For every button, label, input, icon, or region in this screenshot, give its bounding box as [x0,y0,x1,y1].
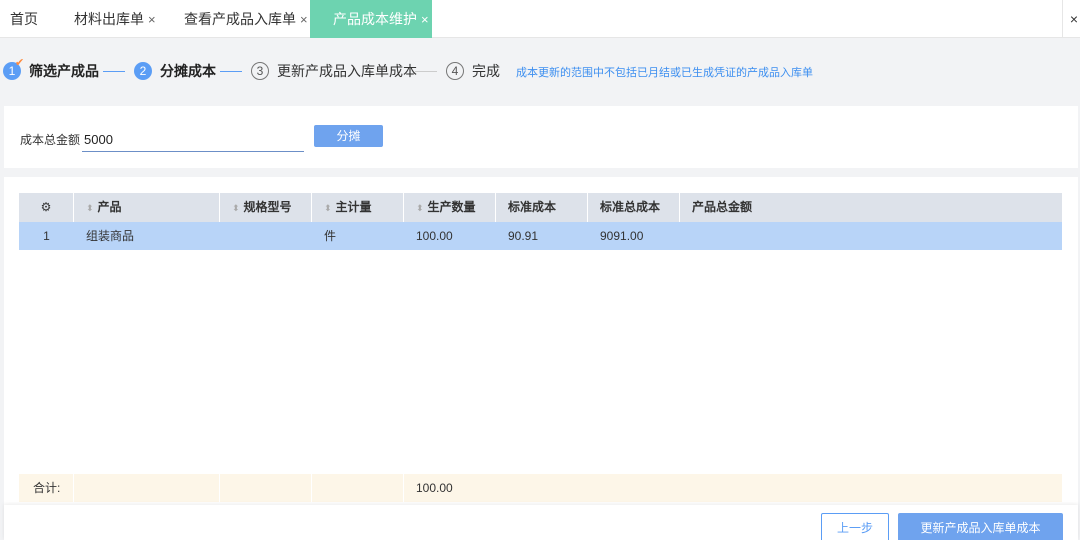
cell-std-total-cost: 9091.00 [600,229,644,243]
steps-note: 成本更新的范围中不包括已月结或已生成凭证的产成品入库单 [516,67,813,79]
sort-icon: ⬍ [324,203,332,213]
tab-view-finished-goods-receipt[interactable]: 查看产成品入库单 × [184,0,308,38]
total-cost-label: 成本总金额 [20,133,81,147]
close-all-tabs-icon[interactable]: × [1062,0,1080,38]
step-4-label: 完成 [472,63,500,79]
column-header-unit[interactable]: ⬍ 主计量 [312,193,404,222]
footer-label: 合计: [19,474,74,502]
cost-form-panel: 成本总金额 分摊 [4,106,1078,168]
cell-quantity: 100.00 [416,229,453,243]
tab-label: 查看产成品入库单 [184,11,296,27]
column-header-product[interactable]: ⬍ 产品 [74,193,220,222]
sort-icon: ⬍ [86,203,94,213]
table-row[interactable]: 1 组装商品 件 100.00 90.91 9091.00 [19,222,1062,250]
column-header-std-total-cost[interactable]: 标准总成本 [588,193,680,222]
previous-step-button[interactable]: 上一步 [821,513,889,540]
tab-label: 首页 [10,11,38,27]
table-footer-totals: 合计: 100.00 [19,474,1062,502]
footer-cell [312,474,404,502]
tab-bar: 首页 材料出库单 × 查看产成品入库单 × 产品成本维护 × × [0,0,1080,38]
sort-icon: ⬍ [232,203,240,213]
column-header-total-amount[interactable]: 产品总金额 [680,193,1062,222]
update-receipt-cost-button[interactable]: 更新产成品入库单成本 [898,513,1063,540]
step-4-circle: 4 [446,62,464,80]
row-index: 1 [43,229,50,243]
step-connector [103,71,125,72]
step-3-circle: 3 [251,62,269,80]
tab-label: 产品成本维护 [333,11,417,27]
step-connector [220,71,242,72]
allocate-button[interactable]: 分摊 [314,125,383,147]
sort-icon: ⬍ [416,203,424,213]
tab-material-outbound[interactable]: 材料出库单 × [74,0,156,38]
close-icon[interactable]: × [300,12,308,27]
step-connector [415,71,437,72]
cell-product: 组装商品 [86,229,135,243]
tab-label: 材料出库单 [74,11,144,27]
column-settings-gear-icon[interactable]: ⚙ [19,193,74,222]
footer-cell [74,474,220,502]
step-3-label: 更新产成品入库单成本 [277,63,417,79]
tab-product-cost-maintenance[interactable]: 产品成本维护 × [310,0,432,38]
step-2-circle: 2 [134,62,152,80]
cell-total-amount[interactable] [680,222,1062,250]
step-2-label: 分摊成本 [160,63,216,79]
action-bar: 上一步 更新产成品入库单成本 [4,505,1078,540]
footer-quantity-total: 100.00 [416,481,453,495]
step-indicator: 1 ✔ 筛选产成品 2 分摊成本 3 更新产成品入库单成本 4 完成 成本更新的… [0,39,1080,99]
column-header-quantity[interactable]: ⬍ 生产数量 [404,193,496,222]
total-cost-input[interactable] [82,128,304,152]
step-1-label: 筛选产成品 [29,63,99,79]
tab-home[interactable]: 首页 [10,0,38,38]
cell-unit: 件 [324,229,337,243]
close-icon[interactable]: × [421,12,429,27]
cell-spec [220,222,312,250]
footer-cell [220,474,312,502]
product-table-panel: ⚙ ⬍ 产品 ⬍ 规格型号 ⬍ 主计量 ⬍ 生产数量 标准成本 标准总成本 产品总金额 … [4,177,1078,507]
cell-std-cost: 90.91 [508,229,539,243]
check-icon: ✔ [15,57,25,69]
table-header: ⚙ ⬍ 产品 ⬍ 规格型号 ⬍ 主计量 ⬍ 生产数量 标准成本 标准总成本 产品总金额 [19,193,1062,222]
close-icon[interactable]: × [148,12,156,27]
column-header-spec[interactable]: ⬍ 规格型号 [220,193,312,222]
column-header-std-cost[interactable]: 标准成本 [496,193,588,222]
